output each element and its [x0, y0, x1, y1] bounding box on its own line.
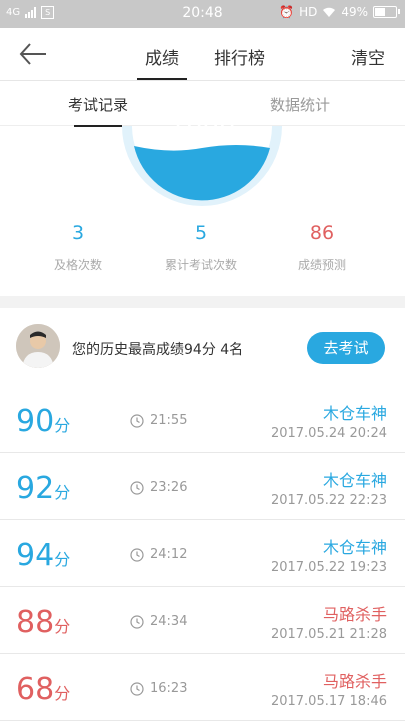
record-row[interactable]: 90分 21:55 木仓车神 2017.05.24 20:24: [0, 386, 405, 453]
hd-label: HD: [299, 5, 318, 19]
score-value: 92: [16, 471, 55, 506]
gauge-value: 1000: [169, 108, 236, 138]
clear-button[interactable]: 清空: [351, 44, 385, 69]
record-score: 68分: [16, 672, 70, 707]
record-row[interactable]: 68分 16:23 马路杀手 2017.05.17 18:46: [0, 654, 405, 721]
duration-text: 21:55: [150, 413, 188, 428]
avatar-image: [16, 324, 60, 368]
tab-score[interactable]: 成绩: [137, 44, 187, 80]
record-date: 2017.05.21 21:28: [270, 627, 387, 642]
duration-text: 24:12: [150, 547, 188, 562]
score-unit: 分: [54, 617, 71, 636]
battery-icon: [373, 6, 400, 18]
score-value: 90: [16, 404, 55, 439]
clock-icon: [130, 413, 144, 428]
record-row[interactable]: 88分 24:34 马路杀手 2017.05.21 21:28: [0, 587, 405, 654]
stat-value: 5: [194, 222, 208, 244]
take-exam-button[interactable]: 去考试: [307, 332, 385, 364]
record-score: 94分: [16, 538, 70, 573]
clock-icon: [130, 480, 144, 495]
record-date: 2017.05.22 19:23: [270, 560, 387, 575]
stat-label: 累计考试次数: [164, 258, 237, 272]
clock-icon: [130, 547, 144, 562]
record-date: 2017.05.22 22:23: [270, 493, 387, 508]
clock-icon: [130, 614, 144, 629]
record-title: 马路杀手: [322, 672, 387, 691]
stat-value: 3: [71, 222, 85, 244]
status-bar: 4G S 20:48 ⏰ HD 49%: [0, 0, 405, 28]
avatar[interactable]: [16, 324, 60, 368]
record-duration: 24:12: [130, 547, 187, 562]
record-score: 92分: [16, 471, 70, 506]
stats-row: 3 及格次数 5 累计考试次数 86 成绩预测: [0, 222, 405, 282]
best-score-text: 您的历史最高成绩94分 4名: [72, 342, 244, 358]
stat-prediction: 86 成绩预测: [262, 222, 382, 273]
tab-ranking[interactable]: 排行榜: [214, 44, 265, 69]
record-duration: 21:55: [130, 413, 187, 428]
score-unit: 分: [54, 483, 71, 502]
stat-label: 及格次数: [53, 258, 102, 272]
score-value: 88: [16, 605, 55, 640]
duration-text: 16:23: [150, 681, 188, 696]
back-arrow-icon[interactable]: [18, 40, 48, 68]
stat-pass-count: 3 及格次数: [18, 222, 138, 273]
record-title: 木仓车神: [322, 404, 387, 423]
alarm-icon: ⏰: [279, 5, 295, 19]
duration-text: 24:34: [150, 614, 188, 629]
stat-value: 86: [309, 222, 335, 244]
status-right: ⏰ HD 49%: [279, 5, 400, 19]
score-value: 94: [16, 538, 55, 573]
score-unit: 分: [54, 416, 71, 435]
score-value: 68: [16, 672, 55, 707]
record-score: 88分: [16, 605, 70, 640]
score-unit: 分: [54, 550, 71, 569]
record-title: 木仓车神: [322, 538, 387, 557]
record-duration: 16:23: [130, 681, 187, 696]
stat-total-exams: 5 累计考试次数: [141, 222, 261, 273]
record-duration: 23:26: [130, 480, 187, 495]
record-date: 2017.05.24 20:24: [270, 426, 387, 441]
battery-percent: 49%: [341, 5, 368, 19]
wifi-icon: [323, 7, 336, 17]
record-row[interactable]: 92分 23:26 木仓车神 2017.05.22 22:23: [0, 453, 405, 520]
stat-label: 成绩预测: [297, 258, 346, 272]
best-score-bar: 您的历史最高成绩94分 4名 去考试: [0, 318, 405, 376]
top-nav: 成绩 排行榜 清空: [0, 28, 405, 81]
duration-text: 23:26: [150, 480, 188, 495]
score-unit: 分: [54, 684, 71, 703]
record-title: 马路杀手: [322, 605, 387, 624]
record-duration: 24:34: [130, 614, 187, 629]
record-date: 2017.05.17 18:46: [270, 694, 387, 709]
clock-icon: [130, 681, 144, 696]
record-row[interactable]: 94分 24:12 木仓车神 2017.05.22 19:23: [0, 520, 405, 587]
score-gauge: [122, 126, 282, 206]
record-title: 木仓车神: [322, 471, 387, 490]
record-score: 90分: [16, 404, 70, 439]
section-divider: [0, 296, 405, 308]
record-list: 90分 21:55 木仓车神 2017.05.24 20:24 92分 23:26 木仓车神…: [0, 386, 405, 721]
